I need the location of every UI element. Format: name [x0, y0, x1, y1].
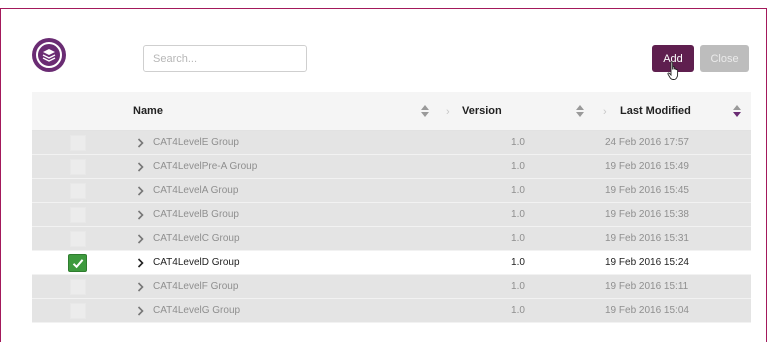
table-row[interactable]: CAT4LevelD Group 1.0 19 Feb 2016 15:24 [32, 251, 751, 275]
row-version: 1.0 [511, 305, 525, 316]
dialog-frame: Add Close Name › Version › Last Modified… [0, 8, 767, 342]
groups-table: Name › Version › Last Modified CAT4Level… [32, 92, 751, 323]
row-name: CAT4LevelD Group [153, 257, 240, 268]
table-row[interactable]: CAT4LevelG Group 1.0 19 Feb 2016 15:04 [32, 299, 751, 323]
row-version: 1.0 [511, 161, 525, 172]
chevron-right-icon[interactable] [137, 234, 144, 244]
table-row[interactable]: CAT4LevelB Group 1.0 19 Feb 2016 15:38 [32, 203, 751, 227]
checkmark-icon [72, 258, 83, 268]
chevron-right-icon[interactable] [137, 306, 144, 316]
table-row[interactable]: CAT4LevelF Group 1.0 19 Feb 2016 15:11 [32, 275, 751, 299]
row-name: CAT4LevelB Group [153, 209, 239, 220]
sort-arrows-icon[interactable] [732, 104, 742, 118]
row-name: CAT4LevelE Group [153, 137, 239, 148]
table-row[interactable]: CAT4LevelE Group 1.0 24 Feb 2016 17:57 [32, 131, 751, 155]
column-separator: › [603, 106, 607, 118]
close-button[interactable]: Close [700, 45, 749, 72]
row-last-modified: 19 Feb 2016 15:45 [605, 185, 689, 196]
chevron-right-icon[interactable] [137, 138, 144, 148]
chevron-right-icon[interactable] [137, 210, 144, 220]
layers-logo-icon [32, 38, 66, 72]
checked-checkbox[interactable] [68, 254, 87, 272]
row-last-modified: 19 Feb 2016 15:24 [605, 257, 689, 268]
column-separator: › [446, 106, 450, 118]
table-row[interactable]: CAT4LevelA Group 1.0 19 Feb 2016 15:45 [32, 179, 751, 203]
table-body: CAT4LevelE Group 1.0 24 Feb 2016 17:57 CAT4… [32, 131, 751, 323]
row-last-modified: 19 Feb 2016 15:31 [605, 233, 689, 244]
add-button[interactable]: Add [652, 45, 694, 72]
row-last-modified: 19 Feb 2016 15:49 [605, 161, 689, 172]
row-version: 1.0 [511, 233, 525, 244]
row-name: CAT4LevelA Group [153, 185, 239, 196]
chevron-right-icon[interactable] [137, 258, 144, 268]
row-last-modified: 24 Feb 2016 17:57 [605, 137, 689, 148]
chevron-right-icon[interactable] [137, 186, 144, 196]
row-version: 1.0 [511, 137, 525, 148]
chevron-right-icon[interactable] [137, 162, 144, 172]
table-row[interactable]: CAT4LevelC Group 1.0 19 Feb 2016 15:31 [32, 227, 751, 251]
row-last-modified: 19 Feb 2016 15:38 [605, 209, 689, 220]
sort-arrows-icon[interactable] [575, 104, 585, 118]
row-version: 1.0 [511, 281, 525, 292]
table-header: Name › Version › Last Modified [32, 92, 751, 131]
checkbox[interactable] [70, 135, 86, 151]
column-header-version[interactable]: Version [462, 92, 502, 130]
checkbox[interactable] [70, 303, 86, 319]
table-row[interactable]: CAT4LevelPre-A Group 1.0 19 Feb 2016 15:49 [32, 155, 751, 179]
checkbox[interactable] [70, 207, 86, 223]
row-name: CAT4LevelC Group [153, 233, 240, 244]
chevron-right-icon[interactable] [137, 282, 144, 292]
row-version: 1.0 [511, 209, 525, 220]
row-name: CAT4LevelF Group [153, 281, 239, 292]
row-version: 1.0 [511, 185, 525, 196]
sort-arrows-icon[interactable] [420, 104, 430, 118]
checkbox[interactable] [70, 279, 86, 295]
checkbox[interactable] [70, 159, 86, 175]
column-header-last-modified[interactable]: Last Modified [620, 92, 691, 130]
row-last-modified: 19 Feb 2016 15:04 [605, 305, 689, 316]
row-version: 1.0 [511, 257, 525, 268]
row-name: CAT4LevelPre-A Group [153, 161, 258, 172]
column-header-name[interactable]: Name [133, 92, 163, 130]
row-name: CAT4LevelG Group [153, 305, 241, 316]
checkbox[interactable] [70, 231, 86, 247]
row-last-modified: 19 Feb 2016 15:11 [605, 281, 689, 292]
search-input[interactable] [143, 45, 307, 72]
checkbox[interactable] [70, 183, 86, 199]
